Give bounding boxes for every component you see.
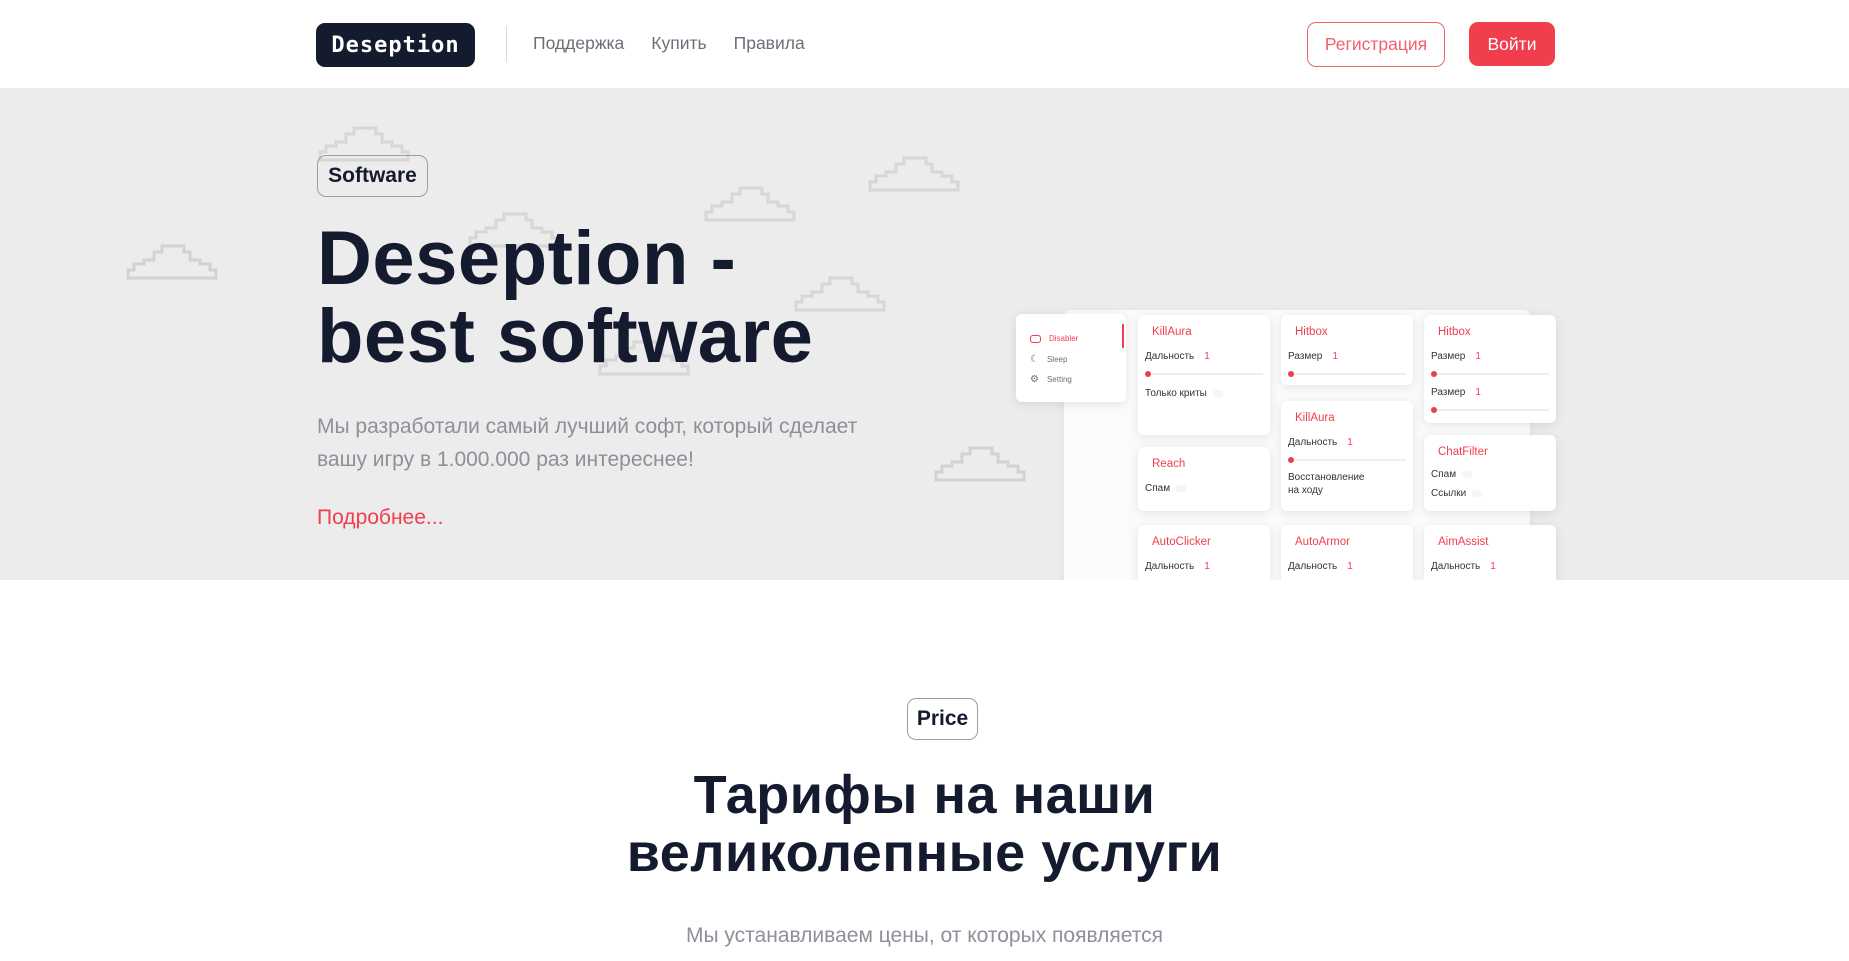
module-slider — [1431, 371, 1549, 377]
sidebar-item-sleep: ☾ Sleep — [1030, 354, 1067, 365]
module-setting: Ссылки — [1431, 488, 1483, 499]
cloud-icon — [868, 156, 960, 192]
module-title: KillAura — [1152, 326, 1192, 338]
price-description: Мы устанавливаем цены, от которых появля… — [685, 924, 1163, 947]
sidebar-item-disabler: Disabler — [1030, 334, 1078, 343]
module-title: KillAura — [1295, 412, 1335, 424]
sidebar-item-label: Disabler — [1049, 334, 1079, 343]
mockup-sidebar: Disabler ☾ Sleep ⚙ Setting — [1016, 314, 1126, 402]
gear-icon: ⚙ — [1030, 374, 1039, 385]
hero-title: Deseption - best software — [317, 220, 813, 376]
module-slider — [1431, 407, 1549, 413]
module-card-hitbox: Hitbox Размер 1 — [1281, 315, 1413, 385]
module-title: Hitbox — [1438, 326, 1471, 338]
hero-description: Мы разработали самый лучший софт, которы… — [317, 415, 858, 471]
toggle-icon — [1030, 334, 1041, 343]
module-setting: Спам — [1145, 483, 1187, 494]
module-setting: Только криты — [1145, 388, 1223, 399]
module-card-hitbox: Hitbox Размер 1 Размер 1 — [1424, 315, 1556, 423]
more-link[interactable]: Подробнее... — [317, 506, 443, 530]
module-slider — [1145, 371, 1263, 377]
nav-support-link[interactable]: Поддержка — [533, 33, 624, 54]
moon-icon: ☾ — [1030, 354, 1039, 365]
module-card-reach: Reach Спам — [1138, 447, 1270, 511]
sidebar-item-label: Sleep — [1046, 355, 1068, 364]
module-setting: Дальность 1 — [1145, 351, 1210, 362]
nav-buy-link[interactable]: Купить — [651, 33, 706, 54]
nav-rules-link[interactable]: Правила — [734, 33, 805, 54]
module-title: Hitbox — [1295, 326, 1328, 338]
hero-title-line1: Deseption - — [317, 216, 737, 301]
software-mockup: Disabler ☾ Sleep ⚙ Setting KillAura Даль… — [1016, 310, 1556, 580]
module-setting: Дальность 1 — [1431, 561, 1496, 572]
module-card-autoclicker: AutoClicker Дальность 1 — [1138, 525, 1270, 580]
module-card-aimassist: AimAssist Дальность 1 — [1424, 525, 1556, 580]
module-setting: Размер 1 — [1288, 351, 1338, 362]
module-slider — [1288, 371, 1406, 377]
module-card-chatfilter: ChatFilter Спам Ссылки — [1424, 435, 1556, 511]
module-setting: Дальность 1 — [1145, 561, 1210, 572]
hero-title-line2: best software — [317, 294, 814, 379]
price-title-line1: Тарифы на наши — [693, 765, 1156, 825]
module-title: AimAssist — [1438, 536, 1489, 548]
module-setting: Восстановление на ходу — [1288, 472, 1365, 496]
module-card-killaura: KillAura Дальность 1 Восстановление на хо… — [1281, 401, 1413, 511]
cloud-icon — [934, 446, 1026, 482]
module-title: AutoArmor — [1295, 536, 1350, 548]
module-setting: Размер 1 — [1431, 351, 1481, 362]
module-slider — [1288, 457, 1406, 463]
site-header: Deseption Поддержка Купить Правила Регис… — [0, 0, 1849, 88]
register-button[interactable]: Регистрация — [1307, 22, 1445, 67]
module-title: ChatFilter — [1438, 446, 1488, 458]
hero-section: Software Deseption - best software Мы ра… — [0, 88, 1849, 580]
cloud-icon — [126, 244, 218, 280]
price-tag: Price — [907, 698, 978, 740]
active-indicator — [1122, 324, 1124, 348]
sidebar-item-label: Setting — [1046, 375, 1072, 384]
logo[interactable]: Deseption — [316, 23, 475, 67]
module-card-killaura: KillAura Дальность 1 Только криты — [1138, 315, 1270, 435]
module-setting: Дальность 1 — [1288, 561, 1353, 572]
module-setting: Дальность 1 — [1288, 437, 1353, 448]
price-title: Тарифы на наши великолепные услуги — [0, 766, 1849, 882]
sidebar-item-setting: ⚙ Setting — [1030, 374, 1072, 385]
software-tag: Software — [317, 155, 428, 197]
module-setting: Размер 1 — [1431, 387, 1481, 398]
login-button[interactable]: Войти — [1469, 22, 1555, 66]
main-nav: Поддержка Купить Правила — [533, 33, 805, 54]
module-title: AutoClicker — [1152, 536, 1211, 548]
module-title: Reach — [1152, 458, 1186, 470]
price-title-line2: великолепные услуги — [626, 823, 1223, 883]
header-divider — [506, 26, 507, 62]
module-setting: Спам — [1431, 469, 1473, 480]
module-card-autoarmor: AutoArmor Дальность 1 — [1281, 525, 1413, 580]
